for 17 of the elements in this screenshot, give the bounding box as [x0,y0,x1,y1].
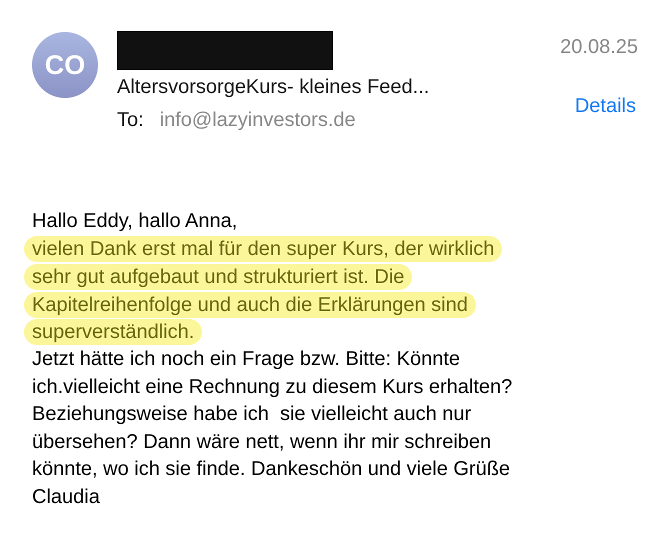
body-text: übersehen? Dann wäre nett, wenn ihr mir schreiben [31,430,492,455]
recipient-address: info@lazyinvestors.de [160,109,356,132]
highlighted-text: vielen Dank erst mal für den super Kurs, der wirklich [24,236,502,262]
email-date: 20.08.25 [560,36,638,59]
body-text: Beziehungsweise habe ich sie vielleicht auch nur [31,402,472,428]
body-text: Hallo Eddy, hallo Anna, [31,209,238,234]
body-text: Jetzt hätte ich noch ein Frage bzw. Bitte: Könnte [31,346,462,372]
avatar: CO [32,32,98,98]
highlighted-text: sehr gut aufgebaut und strukturiert ist. Die [24,264,412,290]
email-subject: AltersvorsorgeKurs- kleines Feed... [117,76,430,99]
highlighted-text: superverständlich. [24,319,202,346]
body-text: Claudia [31,484,101,510]
body-text: ich.vielleicht eine Rechnung zu diesem Kurs erhalten? [31,374,514,400]
body-text: könnte, wo ich sie finde. Dankeschön und viele Grüße [31,457,512,482]
highlighted-text: Kapitelreihenfolge und auch die Erklärungen sind [24,292,476,318]
to-label: To: [117,109,144,132]
details-link[interactable]: Details [574,95,636,118]
